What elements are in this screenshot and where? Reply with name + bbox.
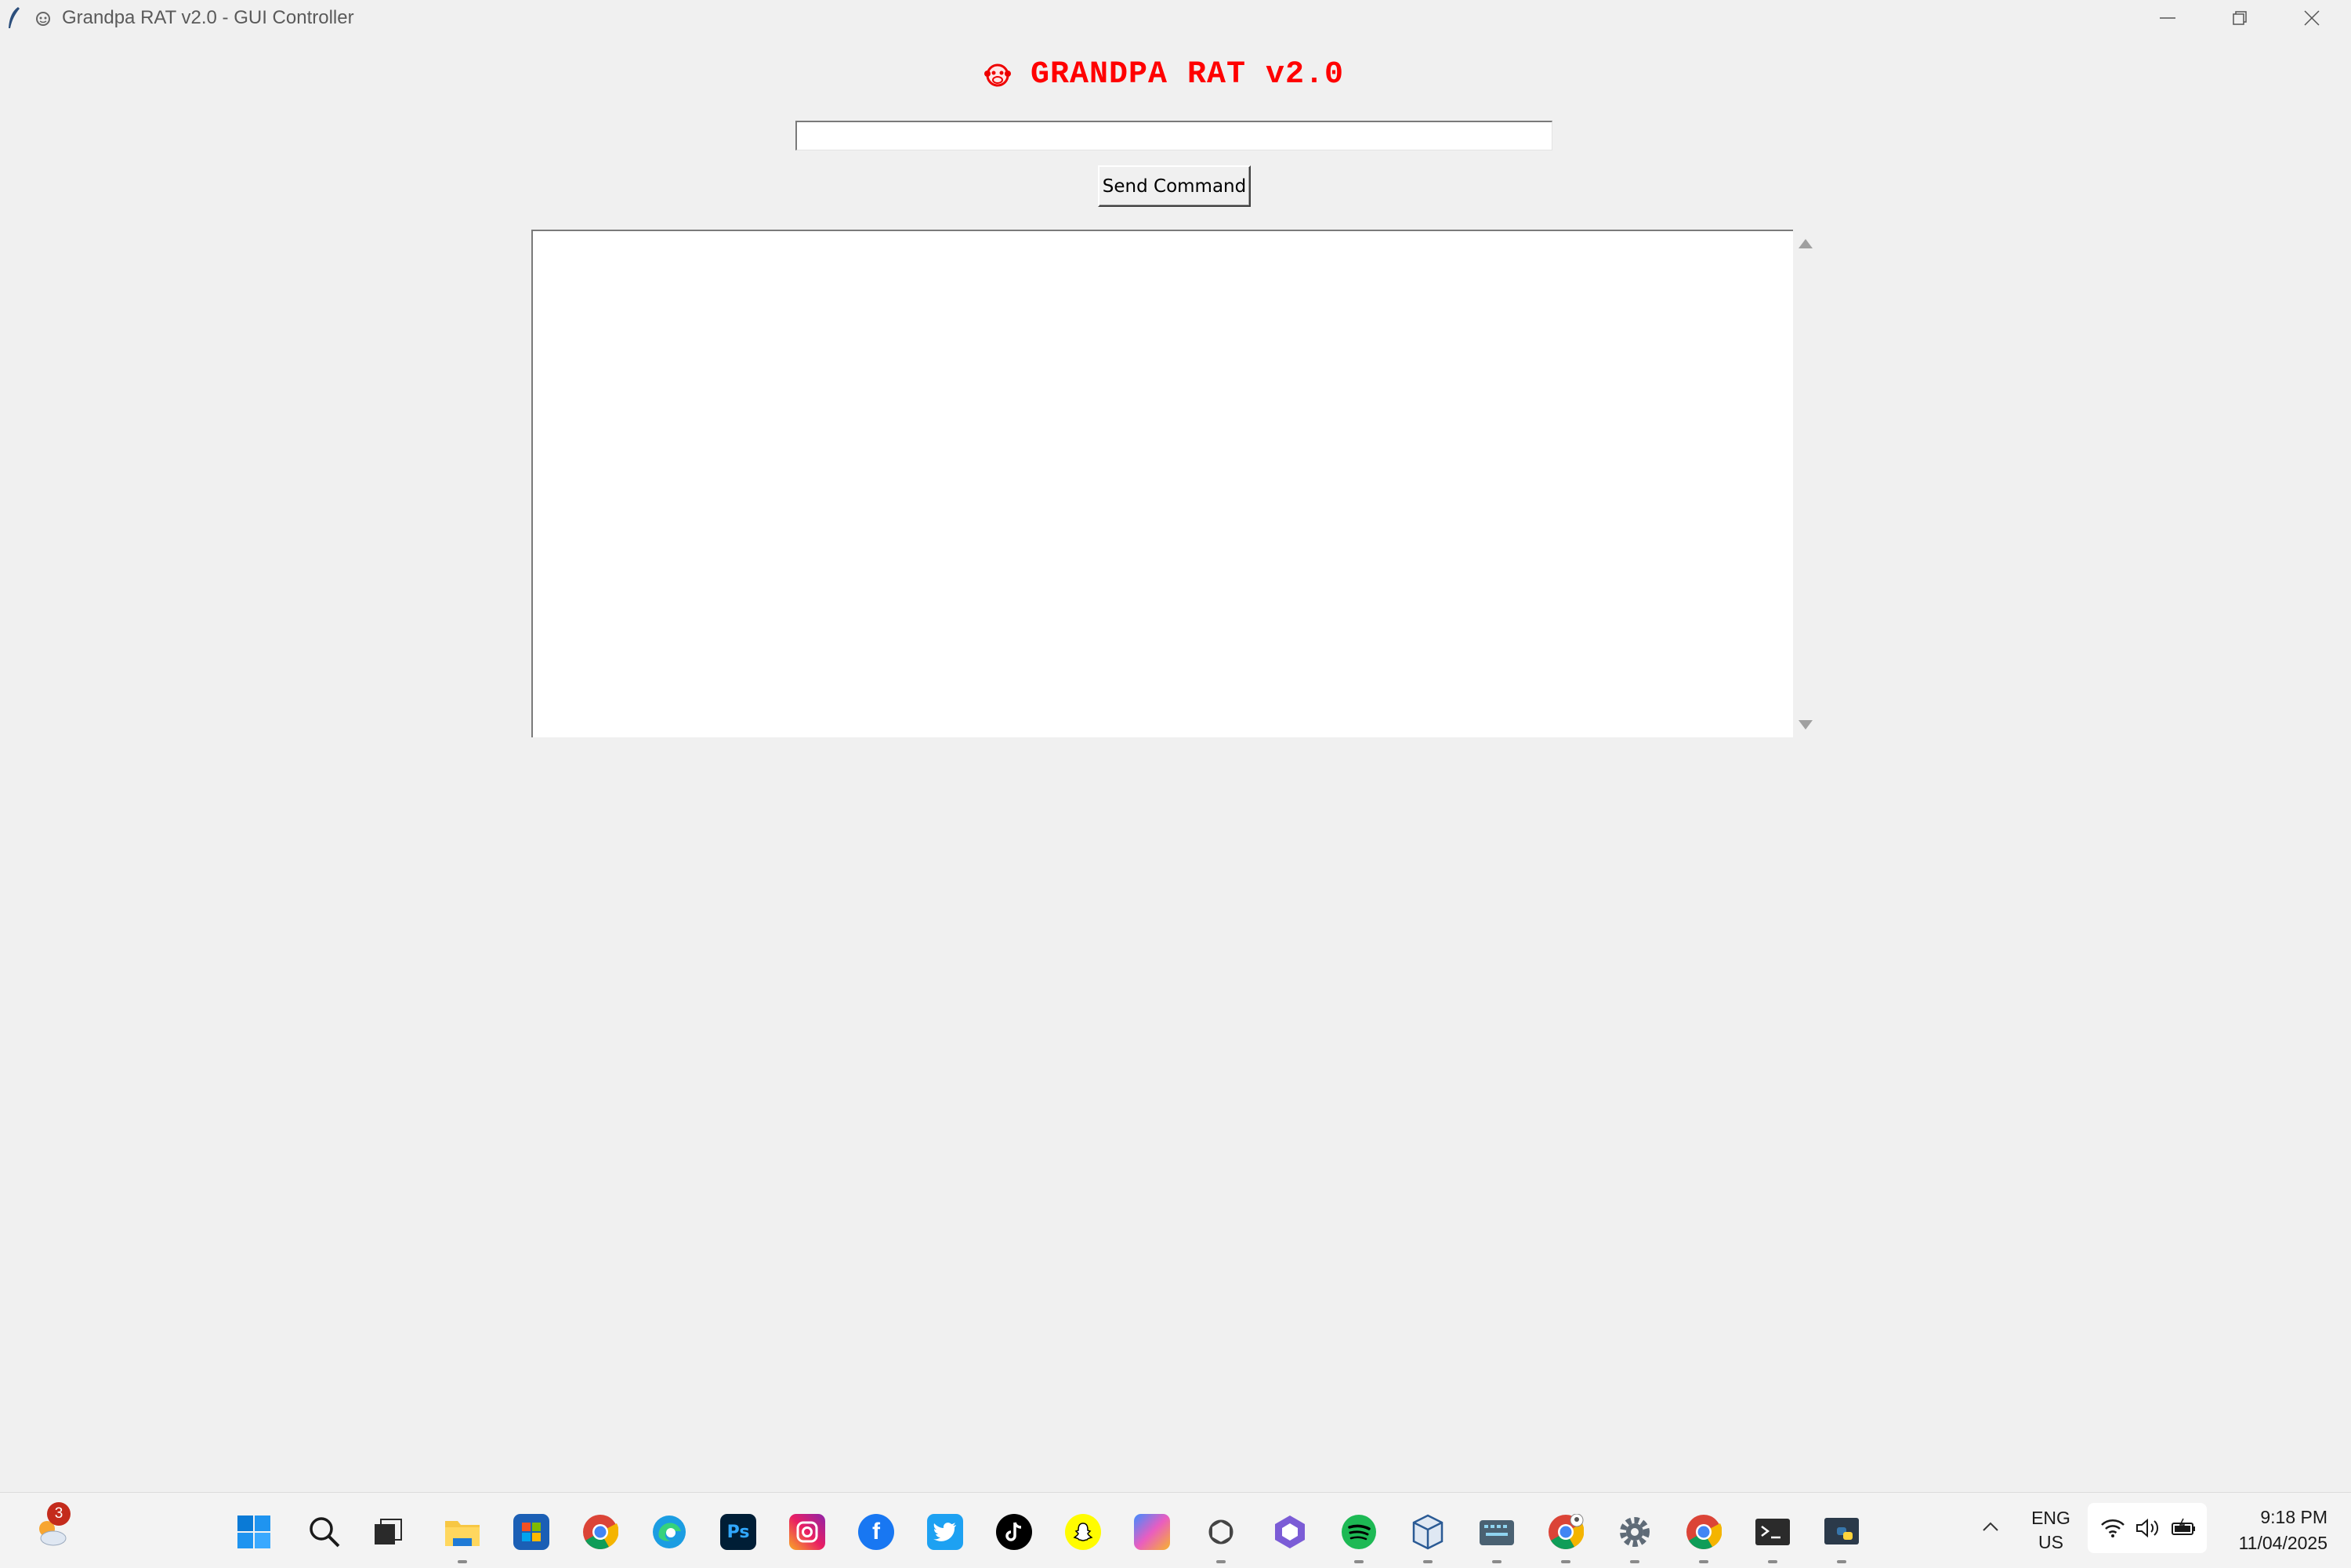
chevron-up-icon[interactable] <box>1981 1520 2000 1533</box>
taskbar-tiktok[interactable] <box>992 1510 1036 1554</box>
taskbar-terminal[interactable] <box>1751 1510 1795 1563</box>
gear-icon <box>1620 1517 1650 1547</box>
spotify-icon <box>1342 1515 1376 1549</box>
taskbar-copilot[interactable] <box>1130 1510 1174 1554</box>
virtualbox-icon <box>1412 1514 1444 1550</box>
close-button[interactable] <box>2276 0 2348 36</box>
task-view-icon <box>375 1519 402 1544</box>
notification-badge: 3 <box>47 1502 71 1526</box>
close-icon <box>2304 10 2320 26</box>
feather-icon <box>9 7 20 28</box>
chatgpt-icon <box>1208 1519 1233 1544</box>
region-label: US <box>2038 1532 2063 1552</box>
monkey-face-icon <box>36 12 50 26</box>
command-input[interactable] <box>795 121 1552 150</box>
office-icon <box>1275 1515 1305 1548</box>
scroll-up-arrow-icon[interactable] <box>1799 239 1813 248</box>
snapchat-icon <box>1065 1514 1101 1550</box>
taskbar-chrome-2[interactable] <box>1682 1510 1726 1563</box>
photoshop-icon: Ps <box>720 1514 756 1550</box>
running-indicator <box>1699 1560 1708 1563</box>
running-indicator <box>1837 1560 1846 1563</box>
output-textarea[interactable] <box>531 230 1793 737</box>
windows-logo-icon <box>237 1515 270 1548</box>
taskbar-python[interactable] <box>1820 1510 1864 1563</box>
edge-icon <box>653 1515 686 1548</box>
taskbar-photoshop[interactable]: Ps <box>716 1510 760 1554</box>
send-command-button[interactable]: Send Command <box>1098 165 1251 207</box>
taskbar-task-view[interactable] <box>367 1510 411 1554</box>
battery-icon <box>2172 1518 2195 1535</box>
running-indicator <box>1492 1560 1502 1563</box>
copilot-icon <box>1134 1514 1170 1550</box>
terminal-icon <box>1755 1519 1790 1545</box>
language-indicator[interactable]: ENG US <box>2028 1506 2074 1555</box>
taskbar-settings[interactable] <box>1613 1510 1657 1563</box>
taskbar-instagram[interactable] <box>785 1510 829 1554</box>
language-label: ENG <box>2031 1508 2070 1528</box>
app-heading: GRANDPA RAT v2.0 <box>984 55 1344 94</box>
taskbar-facebook[interactable]: f <box>854 1510 898 1554</box>
folder-icon <box>445 1521 480 1546</box>
taskbar-office[interactable] <box>1268 1510 1312 1554</box>
running-indicator <box>1423 1560 1433 1563</box>
taskbar-chatgpt[interactable] <box>1199 1510 1243 1563</box>
running-indicator <box>1630 1560 1639 1563</box>
tiktok-icon <box>996 1514 1032 1550</box>
search-icon <box>310 1517 340 1548</box>
chrome-icon <box>1549 1514 1584 1549</box>
running-indicator <box>458 1560 467 1563</box>
taskbar-search[interactable] <box>302 1510 346 1554</box>
running-indicator <box>1354 1560 1364 1563</box>
taskbar-virtualbox[interactable] <box>1406 1510 1450 1563</box>
minimize-icon <box>2160 17 2175 19</box>
taskbar-file-explorer[interactable] <box>440 1510 484 1563</box>
page-title: GRANDPA RAT v2.0 <box>1031 56 1345 92</box>
wifi-icon <box>2101 1519 2125 1537</box>
window-title: Grandpa RAT v2.0 - GUI Controller <box>62 7 354 28</box>
running-indicator <box>1561 1560 1570 1563</box>
restore-icon <box>2233 11 2247 25</box>
restore-button[interactable] <box>2204 0 2276 36</box>
title-bar: Grandpa RAT v2.0 - GUI Controller <box>0 0 2351 36</box>
scroll-down-arrow-icon[interactable] <box>1799 720 1813 730</box>
taskbar-twitter[interactable] <box>923 1510 967 1554</box>
monkey-face-icon <box>984 63 1011 87</box>
clock-time: 9:18 PM <box>2260 1507 2327 1527</box>
taskbar-chrome[interactable] <box>578 1510 622 1554</box>
chrome-icon <box>583 1515 618 1549</box>
minimize-button[interactable] <box>2132 0 2204 36</box>
facebook-icon: f <box>858 1514 894 1550</box>
clock-date: 11/04/2025 <box>2238 1533 2327 1553</box>
taskbar-keyboard-app[interactable] <box>1475 1510 1519 1563</box>
taskbar-edge[interactable] <box>647 1510 691 1554</box>
running-indicator <box>1216 1560 1226 1563</box>
taskbar-snapchat[interactable] <box>1061 1510 1105 1554</box>
chrome-icon <box>1686 1515 1722 1549</box>
taskbar-microsoft-store[interactable] <box>509 1510 553 1554</box>
system-tray-quick-settings[interactable] <box>2088 1503 2207 1553</box>
taskbar-start[interactable] <box>232 1510 276 1554</box>
volume-icon <box>2136 1518 2159 1538</box>
python-icon <box>1824 1518 1859 1544</box>
twitter-icon <box>927 1514 963 1550</box>
taskbar-chrome-profile[interactable] <box>1544 1510 1588 1563</box>
store-icon <box>513 1514 549 1550</box>
output-scrollbar[interactable] <box>1793 230 1817 737</box>
taskbar-clock[interactable]: 9:18 PM 11/04/2025 <box>2218 1505 2327 1556</box>
instagram-icon <box>789 1514 825 1550</box>
running-indicator <box>1768 1560 1777 1563</box>
keyboard-icon <box>1480 1520 1514 1545</box>
taskbar-spotify[interactable] <box>1337 1510 1381 1563</box>
